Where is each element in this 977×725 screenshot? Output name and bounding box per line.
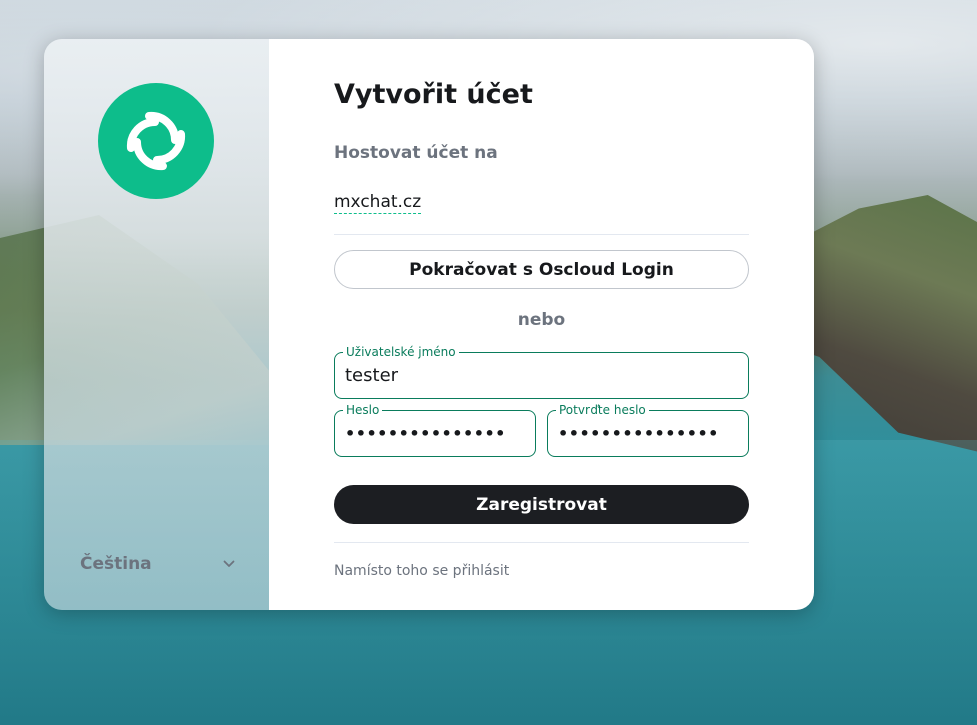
confirm-password-field[interactable]: Potvrďte heslo ••••••••••••••• <box>547 403 749 457</box>
username-input[interactable]: tester <box>345 353 398 398</box>
language-dropdown[interactable]: Čeština <box>80 549 236 579</box>
auth-card: Čeština Vytvořit účet Hostovat účet na m… <box>44 39 814 610</box>
register-button[interactable]: Zaregistrovat <box>334 485 749 524</box>
sso-login-button[interactable]: Pokračovat s Oscloud Login <box>334 250 749 289</box>
sign-in-instead-link[interactable]: Namísto toho se přihlásit <box>334 563 509 579</box>
auth-sidebar: Čeština <box>44 39 269 610</box>
username-field[interactable]: Uživatelské jméno tester <box>334 345 749 399</box>
divider <box>334 542 749 543</box>
divider <box>334 234 749 235</box>
or-separator: nebo <box>517 310 566 330</box>
chevron-down-icon <box>222 557 236 571</box>
server-picker-link[interactable]: mxchat.cz <box>334 192 422 214</box>
auth-form-panel: Vytvořit účet Hostovat účet na mxchat.cz… <box>269 39 814 610</box>
password-input[interactable]: ••••••••••••••• <box>345 411 506 456</box>
element-logo-glyph <box>126 111 186 171</box>
page-title: Vytvořit účet <box>334 79 533 110</box>
language-label: Čeština <box>80 554 152 574</box>
host-account-label: Hostovat účet na <box>334 143 498 163</box>
password-field[interactable]: Heslo ••••••••••••••• <box>334 403 536 457</box>
element-logo-icon <box>98 83 214 199</box>
confirm-password-input[interactable]: ••••••••••••••• <box>558 411 719 456</box>
